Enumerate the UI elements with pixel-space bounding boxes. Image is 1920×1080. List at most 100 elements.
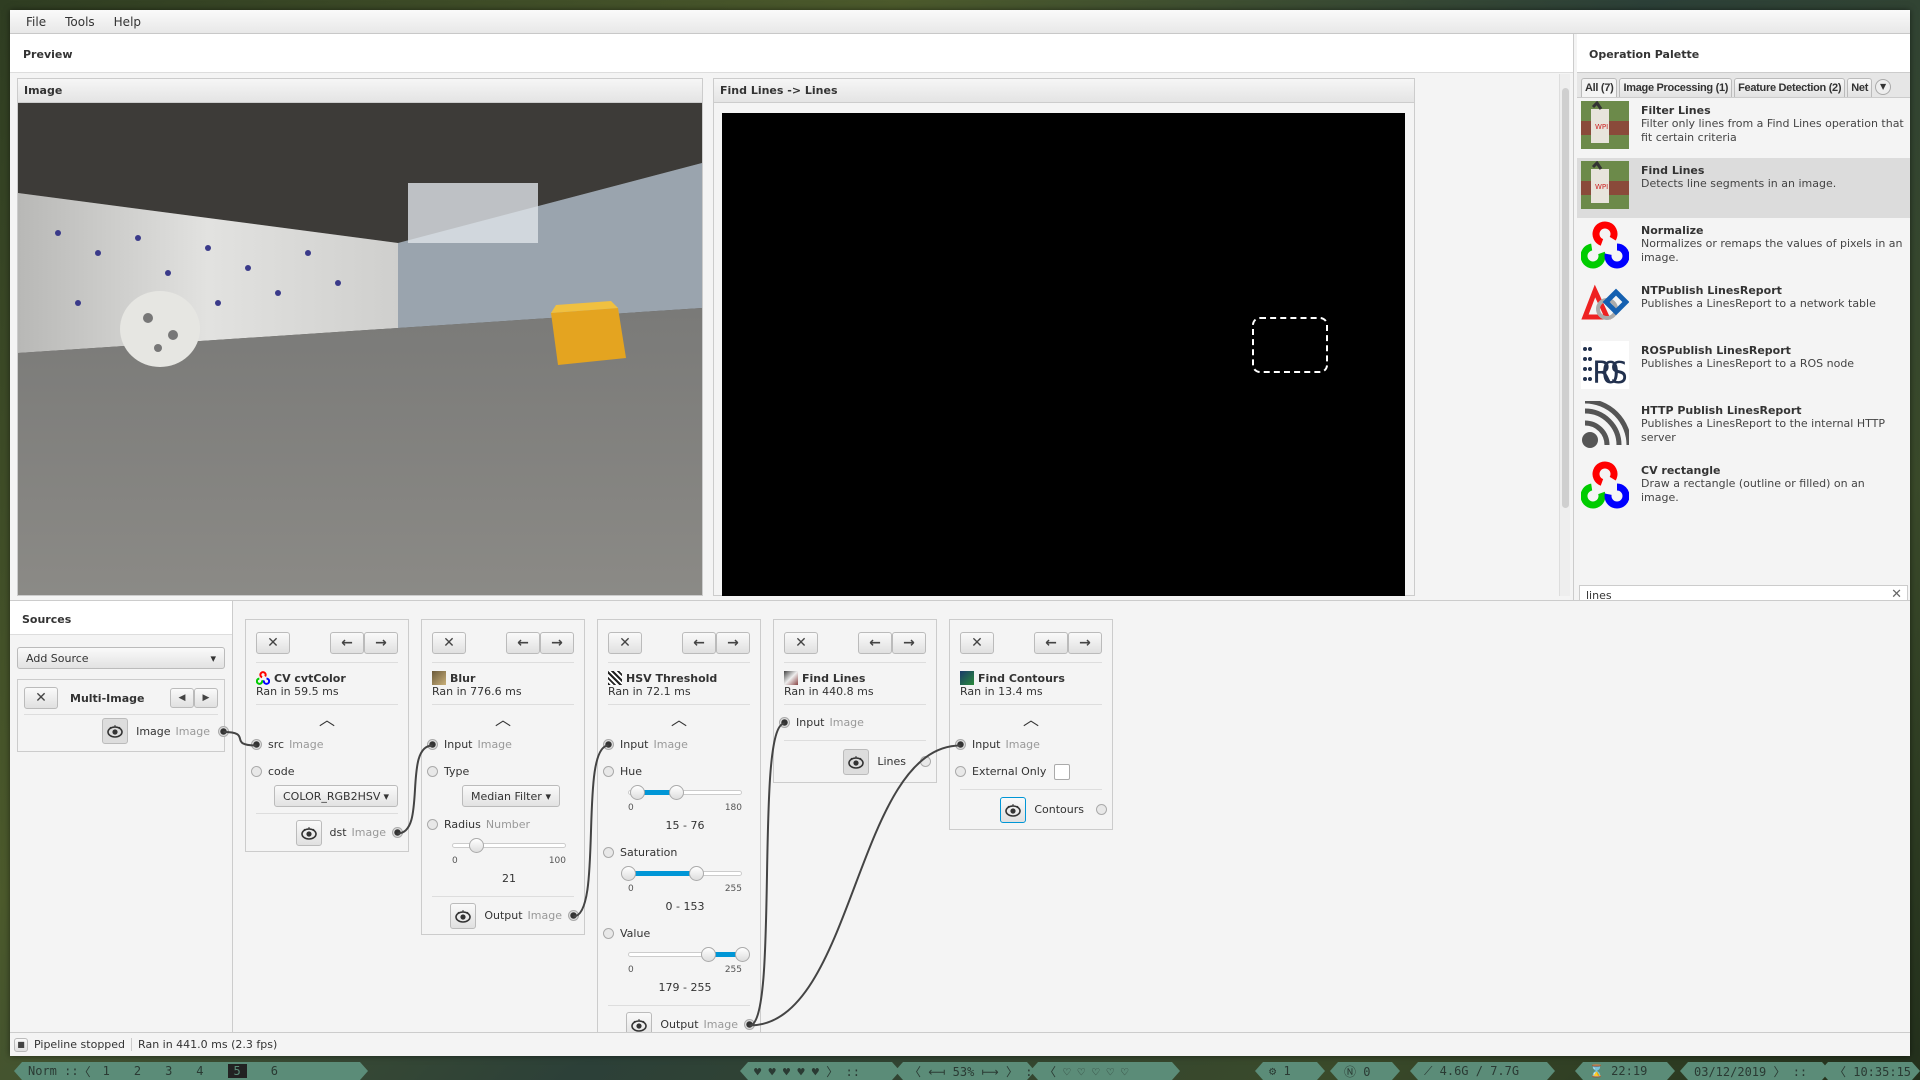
socket-type: Image bbox=[1005, 738, 1040, 751]
move-left-button[interactable]: ← bbox=[506, 632, 540, 654]
output-socket[interactable] bbox=[392, 827, 403, 838]
input-socket[interactable] bbox=[427, 739, 438, 750]
add-source-dropdown[interactable]: Add Source ▾ bbox=[17, 647, 225, 669]
preview-toggle-eye-icon[interactable] bbox=[450, 902, 477, 929]
preview-toggle-eye-icon[interactable] bbox=[1000, 796, 1027, 823]
menu-bar: File Tools Help bbox=[10, 10, 1910, 34]
slider-thumb-low[interactable] bbox=[621, 866, 636, 881]
output-socket[interactable] bbox=[1096, 804, 1107, 815]
slider-thumb[interactable] bbox=[468, 838, 484, 853]
move-right-button[interactable]: → bbox=[540, 632, 574, 654]
move-right-button[interactable]: → bbox=[364, 632, 398, 654]
collapse-chevron-up-icon[interactable]: ︿ bbox=[608, 705, 750, 731]
input-socket[interactable] bbox=[427, 766, 438, 777]
next-image-button[interactable]: ▶ bbox=[194, 688, 218, 708]
input-socket[interactable] bbox=[427, 819, 438, 830]
tabs-overflow-chevron-icon[interactable]: ▼ bbox=[1875, 79, 1892, 95]
menu-file[interactable]: File bbox=[26, 15, 46, 29]
preview-scrollbar[interactable] bbox=[1559, 74, 1570, 596]
tab-feature-detection[interactable]: Feature Detection (2) bbox=[1734, 78, 1846, 97]
collapse-chevron-up-icon[interactable]: ︿ bbox=[256, 705, 398, 731]
operation-item[interactable]: ROS ROSPublish LinesReport Publishes a Lin… bbox=[1577, 338, 1910, 398]
operation-description: Normalizes or remaps the values of pixel… bbox=[1641, 237, 1903, 264]
slider-thumb-low[interactable] bbox=[630, 785, 646, 800]
volume-indicator[interactable]: 〈 ⟻ 53% ⟼ 〉 :: bbox=[895, 1062, 1035, 1080]
workspace-3[interactable]: 3 bbox=[165, 1064, 172, 1078]
previous-image-button[interactable]: ◀ bbox=[170, 688, 194, 708]
collapse-chevron-up-icon[interactable]: ︿ bbox=[432, 705, 574, 731]
menu-help[interactable]: Help bbox=[114, 15, 141, 29]
operation-name: Filter Lines bbox=[1641, 104, 1711, 117]
slider-thumb-low[interactable] bbox=[701, 947, 717, 962]
operation-item[interactable]: CV rectangle Draw a rectangle (outline or… bbox=[1577, 458, 1910, 518]
move-right-button[interactable]: → bbox=[716, 632, 750, 654]
value-slider[interactable]: 0 255 bbox=[628, 947, 750, 981]
code-dropdown[interactable]: COLOR_RGB2HSV ▾ bbox=[274, 785, 398, 807]
move-left-button[interactable]: ← bbox=[682, 632, 716, 654]
move-right-button[interactable]: → bbox=[892, 632, 926, 654]
remove-step-button[interactable]: ✕ bbox=[608, 632, 642, 654]
input-socket[interactable] bbox=[955, 739, 966, 750]
operation-name: ROSPublish LinesReport bbox=[1641, 344, 1791, 357]
slider-max: 255 bbox=[724, 965, 742, 975]
step-blur: ✕ ← → Blur Ran in 776.6 ms ︿ Input Image Typ… bbox=[421, 619, 585, 935]
socket-type: Number bbox=[485, 818, 531, 831]
output-type: Image bbox=[175, 724, 210, 738]
operation-item[interactable]: WPI Filter Lines Filter only lines from a … bbox=[1577, 98, 1910, 158]
remove-source-button[interactable]: ✕ bbox=[24, 687, 58, 709]
operation-item[interactable]: HTTP Publish LinesReport Publishes a Line… bbox=[1577, 398, 1910, 458]
external-only-checkbox[interactable] bbox=[1054, 763, 1071, 780]
input-socket[interactable] bbox=[251, 766, 262, 777]
input-socket[interactable] bbox=[251, 739, 262, 750]
stop-pipeline-button[interactable]: ■ bbox=[14, 1037, 28, 1052]
slider-thumb-high[interactable] bbox=[669, 785, 685, 800]
preview-toggle-eye-icon[interactable] bbox=[843, 748, 870, 775]
tab-image-processing[interactable]: Image Processing (1) bbox=[1619, 78, 1733, 97]
radius-slider[interactable]: 0 100 bbox=[452, 838, 566, 872]
operation-item[interactable]: Normalize Normalizes or remaps the values… bbox=[1577, 218, 1910, 278]
operation-item[interactable]: NTPublish LinesReport Publishes a LinesRe… bbox=[1577, 278, 1910, 338]
move-left-button[interactable]: ← bbox=[1034, 632, 1068, 654]
preview-toggle-eye-icon[interactable] bbox=[102, 718, 129, 744]
remove-step-button[interactable]: ✕ bbox=[784, 632, 818, 654]
output-socket[interactable] bbox=[744, 1019, 755, 1030]
step-find-lines: ✕ ← → Find Lines Ran in 440.8 ms Input Image… bbox=[773, 619, 937, 783]
slider-thumb-high[interactable] bbox=[689, 866, 705, 881]
blur-type-dropdown[interactable]: Median Filter ▾ bbox=[462, 785, 560, 807]
connection-wire[interactable] bbox=[749, 744, 961, 1027]
hue-slider[interactable]: 0 180 bbox=[628, 785, 742, 819]
tab-network[interactable]: Net bbox=[1847, 78, 1873, 97]
output-socket[interactable] bbox=[920, 756, 931, 767]
workspace-6[interactable]: 6 bbox=[271, 1064, 278, 1078]
workspace-4[interactable]: 4 bbox=[196, 1064, 203, 1078]
workspace-5[interactable]: 5 bbox=[228, 1064, 247, 1078]
preview-toggle-eye-icon[interactable] bbox=[295, 819, 322, 846]
input-socket[interactable] bbox=[603, 739, 614, 750]
move-left-button[interactable]: ← bbox=[858, 632, 892, 654]
input-socket[interactable] bbox=[603, 847, 614, 858]
collapse-chevron-up-icon[interactable]: ︿ bbox=[960, 705, 1102, 731]
input-socket[interactable] bbox=[603, 928, 614, 939]
input-socket[interactable] bbox=[779, 717, 790, 728]
tab-all[interactable]: All (7) bbox=[1581, 78, 1618, 97]
move-left-button[interactable]: ← bbox=[330, 632, 364, 654]
saturation-slider[interactable]: 0 255 bbox=[621, 866, 742, 900]
workspace-1[interactable]: 1 bbox=[103, 1064, 110, 1078]
workspace-2[interactable]: 2 bbox=[134, 1064, 141, 1078]
socket-type: Image bbox=[829, 716, 864, 729]
input-socket[interactable] bbox=[955, 766, 966, 777]
remove-step-button[interactable]: ✕ bbox=[432, 632, 466, 654]
input-socket[interactable] bbox=[603, 766, 614, 777]
remove-step-button[interactable]: ✕ bbox=[256, 632, 290, 654]
move-right-button[interactable]: → bbox=[1068, 632, 1102, 654]
output-socket[interactable] bbox=[218, 725, 229, 737]
close-icon: ✕ bbox=[267, 635, 279, 651]
step-name: Find Contours bbox=[978, 671, 1065, 685]
slider-thumb-high[interactable] bbox=[735, 947, 750, 962]
menu-tools[interactable]: Tools bbox=[65, 15, 95, 29]
output-socket[interactable] bbox=[568, 910, 579, 921]
operation-description: Filter only lines from a Find Lines oper… bbox=[1641, 117, 1904, 144]
operation-item[interactable]: WPI Find Lines Detects line segments in an… bbox=[1577, 158, 1910, 218]
remove-step-button[interactable]: ✕ bbox=[960, 632, 994, 654]
step-cv-cvtcolor: ✕ ← → CV cvtColor Ran in 59.5 ms ︿ src Image… bbox=[245, 619, 409, 852]
